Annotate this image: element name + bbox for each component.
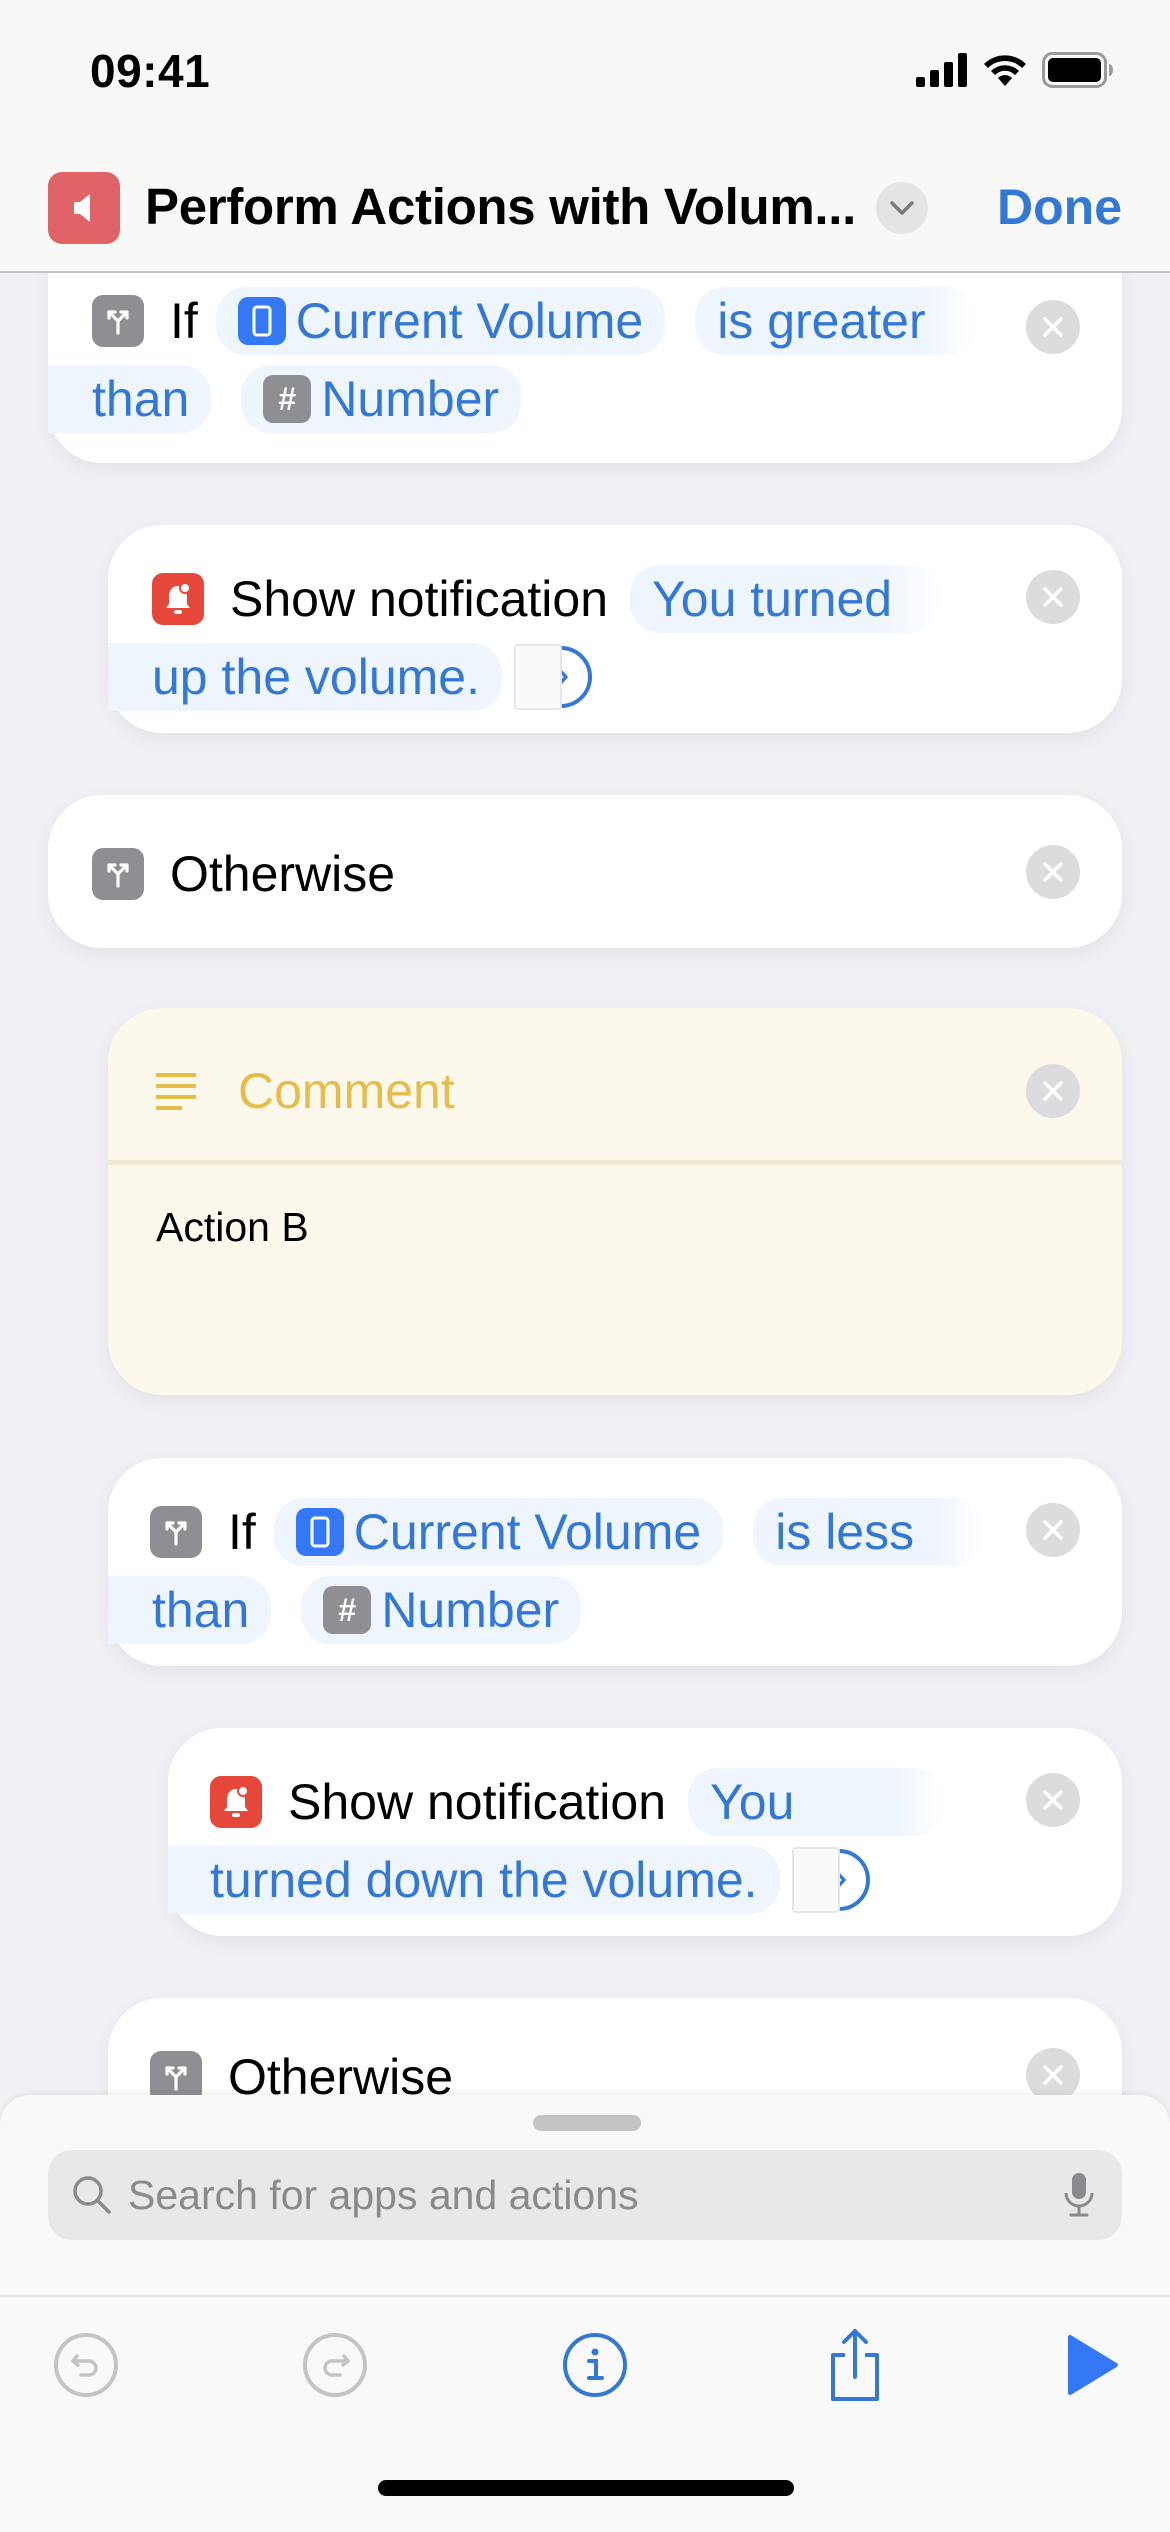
action-card-show-notification[interactable]: Show notification You turned up the volu…	[108, 525, 1122, 733]
action-search-sheet: Search for apps and actions	[0, 2095, 1170, 2532]
close-icon	[1043, 2065, 1063, 2085]
comment-divider	[108, 1160, 1122, 1165]
variable-pill[interactable]: Current Volume	[215, 287, 666, 355]
close-icon	[1043, 862, 1063, 882]
hash-icon: #	[323, 1586, 372, 1634]
attachment-placeholder[interactable]	[791, 1847, 840, 1913]
sheet-divider	[0, 2295, 1170, 2297]
undo-icon	[54, 2333, 118, 2397]
search-field[interactable]: Search for apps and actions	[48, 2150, 1122, 2240]
branch-icon	[92, 295, 144, 347]
bell-icon	[152, 573, 204, 625]
condition-pill[interactable]: is less	[753, 1498, 985, 1566]
operand-label: Number	[321, 371, 500, 427]
undo-button[interactable]	[46, 2325, 126, 2405]
action-card-if[interactable]: If Current Volume is less than # Number	[108, 1458, 1122, 1666]
cellular-signal-icon	[916, 53, 967, 87]
nav-bar: Perform Actions with Volum... Done	[0, 150, 1170, 273]
close-icon	[1043, 587, 1063, 607]
hash-icon: #	[263, 375, 312, 423]
share-button[interactable]	[815, 2325, 895, 2405]
variable-pill[interactable]: Current Volume	[273, 1498, 724, 1566]
info-icon	[563, 2333, 627, 2397]
title-menu-button[interactable]	[876, 182, 928, 234]
action-card-show-notification[interactable]: Show notification You turned down the vo…	[168, 1728, 1122, 1936]
variable-label: Current Volume	[353, 1504, 702, 1560]
close-icon	[1043, 1081, 1063, 1101]
redo-icon	[303, 2333, 367, 2397]
show-notification-keyword: Show notification	[288, 1774, 667, 1830]
notification-text-pill-continued[interactable]: up the volume.	[108, 643, 502, 711]
notification-text-pill-continued[interactable]: turned down the volume.	[168, 1846, 780, 1914]
remove-action-button[interactable]	[1026, 1064, 1080, 1118]
if-keyword: If	[228, 1504, 256, 1560]
operand-label: Number	[381, 1582, 560, 1638]
remove-action-button[interactable]	[1026, 845, 1080, 899]
share-icon	[831, 2329, 879, 2401]
remove-action-button[interactable]	[1026, 570, 1080, 624]
remove-action-button[interactable]	[1026, 1773, 1080, 1827]
info-button[interactable]	[555, 2325, 635, 2405]
sheet-grabber[interactable]	[533, 2115, 641, 2131]
battery-icon	[1042, 52, 1113, 88]
close-icon	[1043, 1520, 1063, 1540]
remove-action-button[interactable]	[1026, 1503, 1080, 1557]
condition-pill[interactable]: is greater	[695, 287, 976, 355]
status-icons	[916, 52, 1114, 88]
attachment-placeholder[interactable]	[513, 644, 562, 710]
remove-action-button[interactable]	[1026, 2048, 1080, 2102]
action-card-otherwise[interactable]: Otherwise	[48, 795, 1122, 948]
phone-icon	[295, 1508, 344, 1556]
home-indicator	[378, 2480, 794, 2496]
close-icon	[1043, 317, 1063, 337]
operand-pill[interactable]: # Number	[301, 1576, 582, 1644]
if-keyword: If	[170, 293, 198, 349]
wifi-icon	[984, 55, 1026, 86]
status-time: 09:41	[90, 45, 211, 97]
show-notification-keyword: Show notification	[230, 571, 609, 627]
branch-icon	[150, 1506, 202, 1558]
action-card-comment[interactable]: Comment Action B	[108, 1008, 1122, 1395]
shortcut-title[interactable]: Perform Actions with Volum...	[145, 177, 856, 236]
redo-button[interactable]	[295, 2325, 375, 2405]
speaker-icon	[74, 194, 90, 222]
status-bar: 09:41	[0, 0, 1170, 150]
branch-icon	[92, 848, 144, 900]
microphone-icon[interactable]	[1062, 2171, 1096, 2219]
run-button[interactable]	[1052, 2325, 1132, 2405]
condition-pill-continued[interactable]: than	[48, 365, 212, 433]
notification-text-pill[interactable]: You turned	[630, 565, 943, 633]
done-button[interactable]: Done	[997, 178, 1122, 236]
variable-label: Current Volume	[295, 293, 644, 349]
bell-icon	[210, 1776, 262, 1828]
condition-pill-continued[interactable]: than	[108, 1576, 272, 1644]
remove-action-button[interactable]	[1026, 300, 1080, 354]
close-icon	[1043, 1790, 1063, 1810]
shortcut-icon-button[interactable]	[48, 172, 120, 244]
search-icon	[73, 2176, 111, 2214]
notification-text-pill[interactable]: You	[688, 1768, 945, 1836]
comment-body-text[interactable]: Action B	[156, 1204, 309, 1251]
chevron-down-icon	[890, 201, 914, 215]
search-placeholder: Search for apps and actions	[128, 2171, 639, 2218]
play-icon	[1068, 2335, 1118, 2395]
operand-pill[interactable]: # Number	[241, 365, 522, 433]
comment-title: Comment	[238, 1063, 455, 1119]
lines-icon	[156, 1073, 196, 1110]
phone-icon	[237, 297, 286, 345]
otherwise-keyword: Otherwise	[170, 846, 396, 902]
